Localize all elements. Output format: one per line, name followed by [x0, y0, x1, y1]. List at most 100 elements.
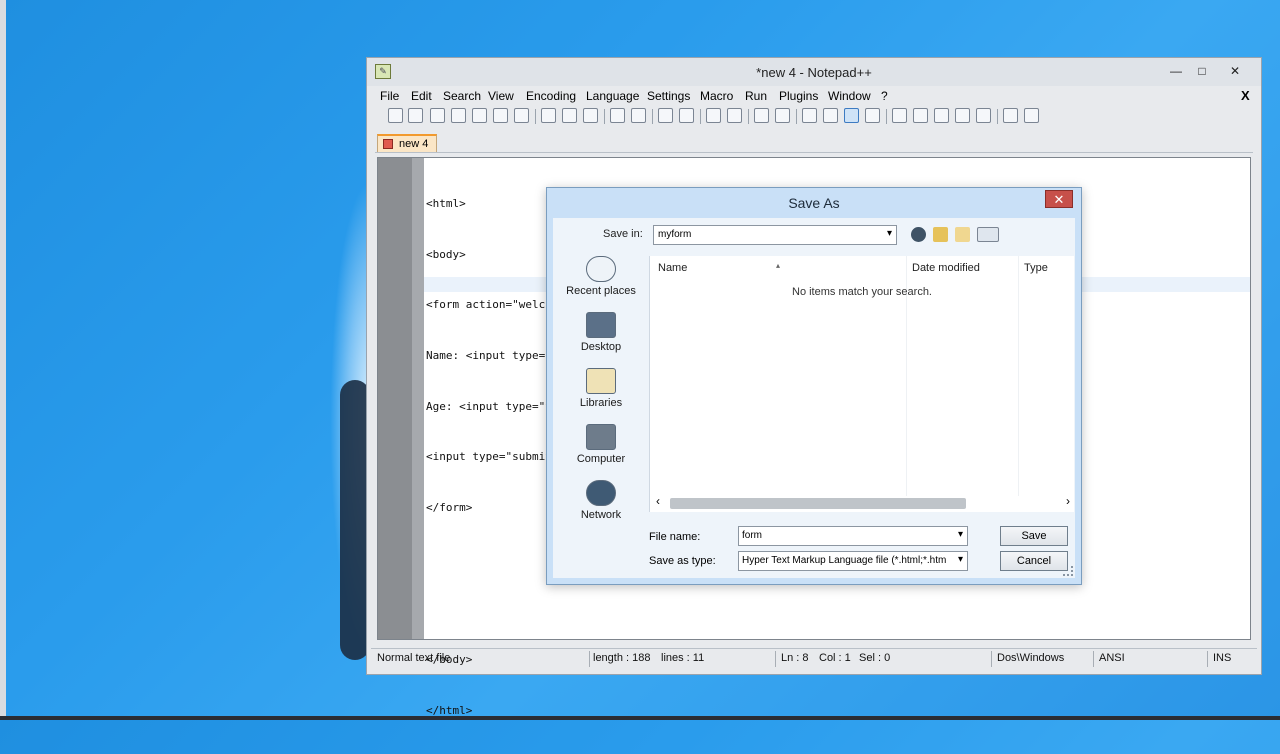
sync-horizontal-icon[interactable] — [775, 108, 790, 123]
tab-label: new 4 — [399, 138, 429, 150]
menu-help[interactable]: ? — [881, 89, 888, 103]
paste-icon[interactable] — [583, 108, 598, 123]
view-menu-icon[interactable] — [977, 227, 999, 242]
menu-run[interactable]: Run — [745, 89, 767, 103]
undo-icon[interactable] — [610, 108, 625, 123]
places-bar: Recent places Desktop Libraries Computer… — [553, 256, 649, 556]
cancel-button[interactable]: Cancel — [1000, 551, 1068, 571]
menu-window[interactable]: Window — [828, 89, 871, 103]
close-file-icon[interactable] — [472, 108, 487, 123]
close-button[interactable]: ✕ — [1215, 62, 1255, 80]
column-type[interactable]: Type — [1024, 262, 1048, 274]
network-icon — [586, 480, 616, 506]
stop-macro-icon[interactable] — [913, 108, 928, 123]
file-name-label: File name: — [649, 531, 701, 543]
new-folder-icon[interactable] — [955, 227, 970, 242]
print-icon[interactable] — [514, 108, 529, 123]
place-desktop[interactable]: Desktop — [553, 312, 649, 353]
menu-language[interactable]: Language — [586, 89, 639, 103]
menu-macro[interactable]: Macro — [700, 89, 733, 103]
computer-icon — [586, 424, 616, 450]
run-macro-multiple-icon[interactable] — [955, 108, 970, 123]
horizontal-scrollbar[interactable]: ‹ › — [656, 494, 1070, 510]
menu-file[interactable]: File — [380, 89, 399, 103]
toolbar-separator — [997, 109, 998, 124]
menu-search[interactable]: Search — [443, 89, 481, 103]
sort-arrow-icon: ▴ — [776, 261, 781, 270]
chevron-down-icon[interactable]: ▾ — [958, 529, 963, 540]
status-lines: lines : 11 — [661, 652, 705, 664]
save-macro-icon[interactable] — [976, 108, 991, 123]
menu-view[interactable]: View — [488, 89, 514, 103]
place-label: Network — [580, 509, 622, 521]
tab-new-4[interactable]: new 4 — [377, 134, 437, 152]
close-all-icon[interactable] — [493, 108, 508, 123]
scroll-left-icon[interactable]: ‹ — [656, 494, 660, 508]
up-folder-icon[interactable] — [933, 227, 948, 242]
indent-guide-icon[interactable] — [844, 108, 859, 123]
toolbar-separator — [535, 109, 536, 124]
resize-grip[interactable] — [1063, 566, 1073, 576]
window-title: *new 4 - Notepad++ — [756, 65, 872, 80]
zoom-out-icon[interactable] — [727, 108, 742, 123]
file-list[interactable]: Name ▴ Date modified Type No items match… — [649, 256, 1074, 512]
dialog-close-button[interactable]: ✕ — [1045, 190, 1073, 208]
back-icon[interactable] — [911, 227, 926, 242]
menu-encoding[interactable]: Encoding — [526, 89, 576, 103]
close-document-x[interactable]: X — [1241, 88, 1250, 103]
minimize-button[interactable]: — — [1163, 62, 1189, 80]
status-insert-mode: INS — [1213, 652, 1232, 664]
save-icon[interactable] — [430, 108, 445, 123]
find-icon[interactable] — [658, 108, 673, 123]
word-wrap-icon[interactable] — [802, 108, 817, 123]
maximize-button[interactable]: □ — [1189, 62, 1215, 80]
toolbar-separator — [748, 109, 749, 124]
column-name[interactable]: Name — [658, 262, 687, 274]
record-macro-icon[interactable] — [892, 108, 907, 123]
save-in-dropdown[interactable]: myform ▾ — [653, 225, 897, 245]
copy-icon[interactable] — [562, 108, 577, 123]
sync-vertical-icon[interactable] — [754, 108, 769, 123]
title-bar[interactable]: ✎ *new 4 - Notepad++ — □ ✕ — [367, 58, 1261, 86]
place-network[interactable]: Network — [553, 480, 649, 521]
play-macro-icon[interactable] — [934, 108, 949, 123]
save-as-type-value: Hyper Text Markup Language file (*.html;… — [742, 555, 947, 566]
status-bar: Normal text file length : 188 lines : 11… — [371, 648, 1257, 669]
toolbar-separator — [796, 109, 797, 124]
status-eol: Dos\Windows — [997, 652, 1065, 664]
open-folder-icon[interactable] — [1003, 108, 1018, 123]
status-column: Col : 1 — [819, 652, 851, 664]
doc-map-icon[interactable] — [865, 108, 880, 123]
menu-settings[interactable]: Settings — [647, 89, 690, 103]
save-as-type-dropdown[interactable]: Hyper Text Markup Language file (*.html;… — [738, 551, 968, 571]
open-file-icon[interactable] — [408, 108, 423, 123]
toolbar-separator — [652, 109, 653, 124]
place-label: Desktop — [580, 341, 622, 353]
chevron-down-icon: ▾ — [957, 554, 963, 565]
cut-icon[interactable] — [541, 108, 556, 123]
save-button[interactable]: Save — [1000, 526, 1068, 546]
show-all-chars-icon[interactable] — [823, 108, 838, 123]
place-libraries[interactable]: Libraries — [553, 368, 649, 409]
dialog-title: Save As — [788, 195, 840, 211]
spell-check-icon[interactable] — [1024, 108, 1039, 123]
scroll-right-icon[interactable]: › — [1066, 494, 1070, 508]
menu-plugins[interactable]: Plugins — [779, 89, 818, 103]
desktop-icon — [586, 312, 616, 338]
column-date-modified[interactable]: Date modified — [912, 262, 980, 274]
place-computer[interactable]: Computer — [553, 424, 649, 465]
fold-margin[interactable] — [412, 158, 424, 639]
replace-icon[interactable] — [679, 108, 694, 123]
zoom-in-icon[interactable] — [706, 108, 721, 123]
status-line: Ln : 8 — [781, 652, 809, 664]
save-as-dialog: Save As ✕ Save in: myform ▾ Recent place… — [546, 187, 1082, 585]
redo-icon[interactable] — [631, 108, 646, 123]
save-all-icon[interactable] — [451, 108, 466, 123]
file-name-input[interactable]: form ▾ — [738, 526, 968, 546]
menu-edit[interactable]: Edit — [411, 89, 432, 103]
scrollbar-thumb[interactable] — [670, 498, 966, 509]
file-name-value: form — [742, 530, 762, 541]
new-file-icon[interactable] — [388, 108, 403, 123]
place-recent-places[interactable]: Recent places — [553, 256, 649, 297]
chevron-down-icon: ▾ — [886, 228, 892, 239]
